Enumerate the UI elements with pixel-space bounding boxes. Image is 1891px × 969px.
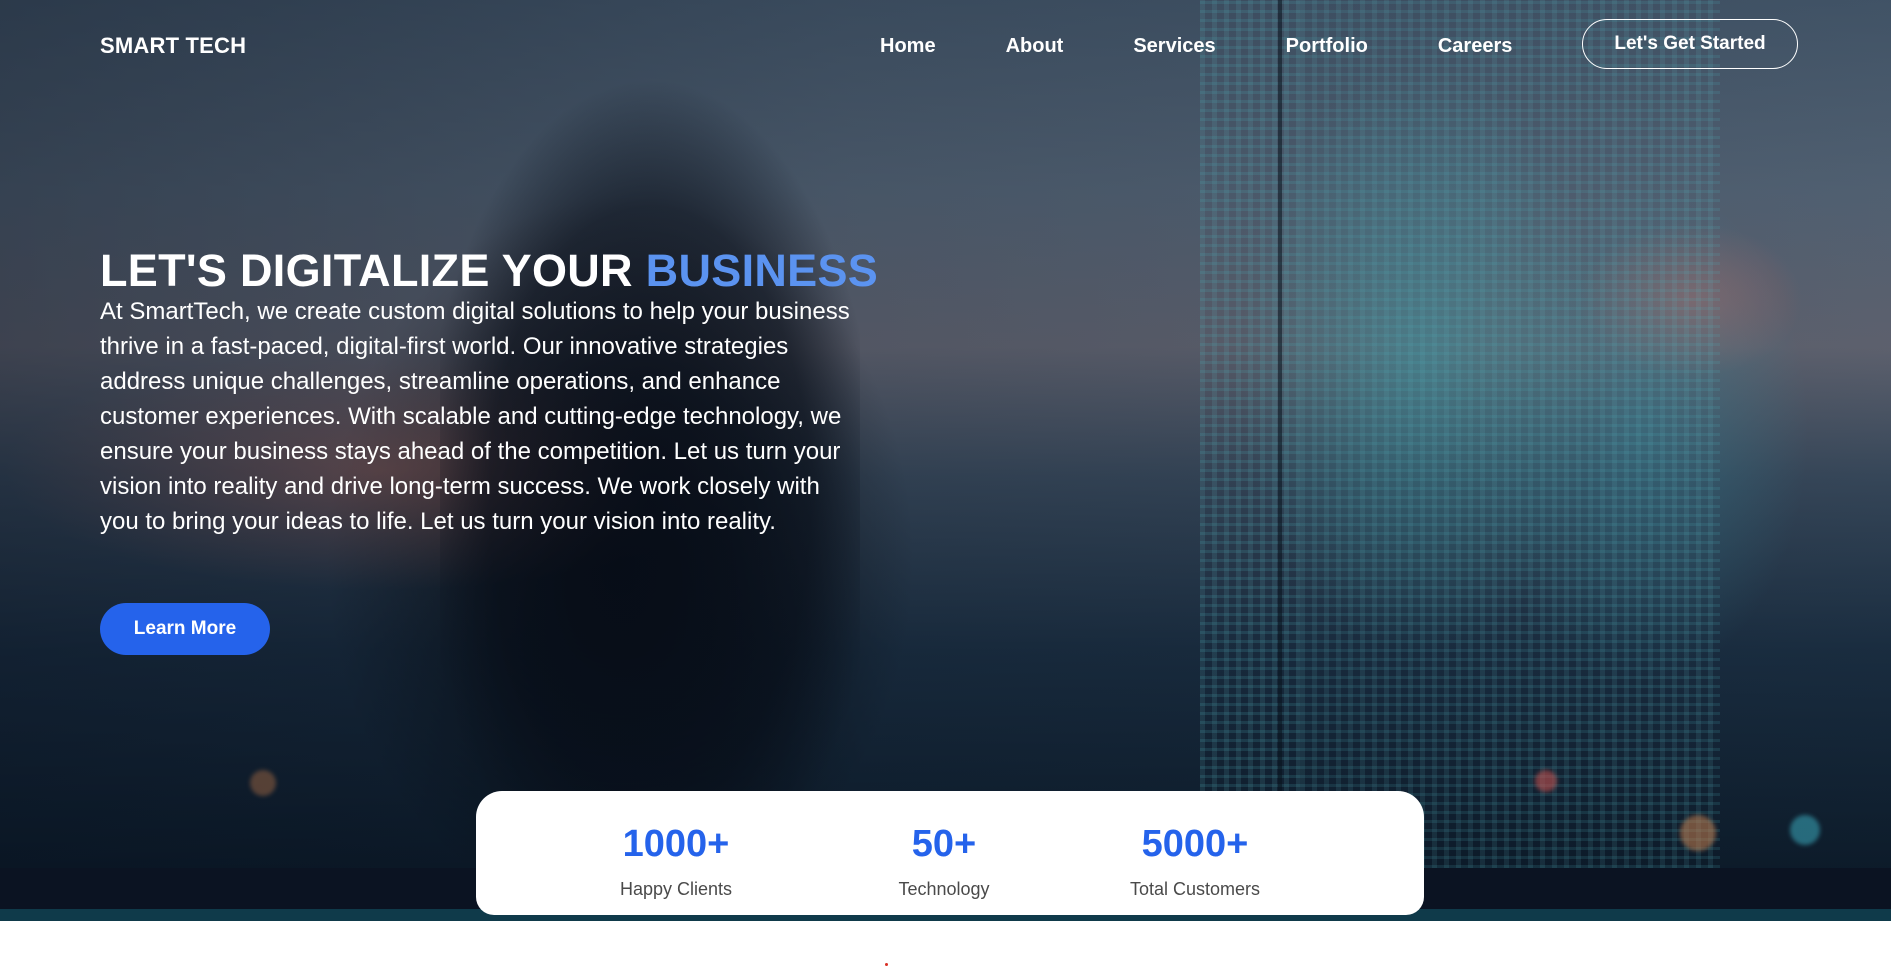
brand-logo[interactable]: SMART TECH <box>100 33 246 59</box>
headline-accent: BUSINESS <box>645 245 879 296</box>
stat-value: 50+ <box>911 823 977 865</box>
stat-value: 5000+ <box>1141 823 1249 865</box>
nav-link-about[interactable]: About <box>1006 35 1064 58</box>
nav-link-home[interactable]: Home <box>880 35 936 58</box>
get-started-button[interactable]: Let's Get Started <box>1582 19 1798 69</box>
stat-label: Technology <box>898 879 990 899</box>
nav-link-portfolio[interactable]: Portfolio <box>1286 35 1368 58</box>
nav-link-services[interactable]: Services <box>1133 35 1215 58</box>
top-navbar: SMART TECH Home About Services Portfolio… <box>0 0 1891 92</box>
stat-label: Happy Clients <box>619 879 733 899</box>
dot-marker <box>885 963 888 966</box>
nav-link-careers[interactable]: Careers <box>1438 35 1513 58</box>
hero-headline: LET'S DIGITALIZE YOUR BUSINESS <box>100 245 878 297</box>
stat-label: Total Customers <box>1129 879 1261 899</box>
headline-main: LET'S DIGITALIZE YOUR <box>100 245 633 296</box>
stats-card: 1000+ Happy Clients 50+ Technology 5000+… <box>476 791 1424 915</box>
learn-more-button[interactable]: Learn More <box>100 603 270 655</box>
stat-value: 1000+ <box>622 823 730 865</box>
hero-description: At SmartTech, we create custom digital s… <box>100 298 850 535</box>
nav-menu: Home About Services Portfolio Careers <box>880 0 1582 92</box>
